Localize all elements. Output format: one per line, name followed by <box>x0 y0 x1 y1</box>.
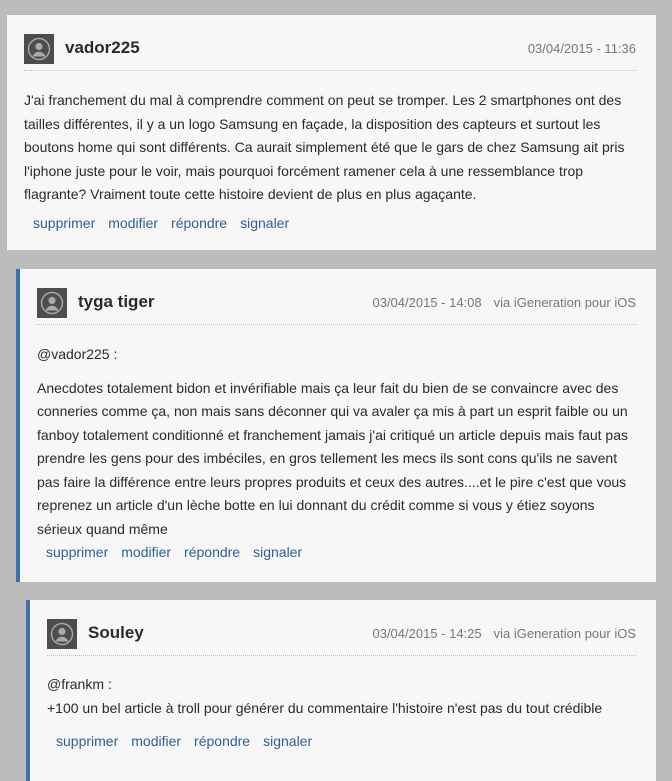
reply-mention: @vador225 : <box>37 346 118 362</box>
timestamp: 03/04/2015 - 14:25 <box>372 626 482 641</box>
edit-link[interactable]: modifier <box>121 544 171 560</box>
comment-meta: 03/04/2015 - 14:08 via iGeneration pour i… <box>372 295 636 310</box>
reply-mention: @frankm : <box>47 676 112 692</box>
comment-actions: supprimer modifier répondre signaler <box>56 733 325 749</box>
user-silhouette-icon <box>40 291 64 315</box>
username[interactable]: Souley <box>88 623 144 643</box>
edit-link[interactable]: modifier <box>108 215 158 231</box>
comment-card: Souley 03/04/2015 - 14:25 via iGeneration… <box>26 600 656 781</box>
user-silhouette-icon <box>50 622 74 646</box>
via-source[interactable]: via iGeneration pour iOS <box>494 626 636 641</box>
comment-body: @frankm : +100 un bel article à troll po… <box>47 673 642 720</box>
timestamp: 03/04/2015 - 14:08 <box>372 295 482 310</box>
timestamp: 03/04/2015 - 11:36 <box>527 41 636 56</box>
delete-link[interactable]: supprimer <box>33 215 95 231</box>
user-silhouette-icon <box>27 37 51 61</box>
reply-link[interactable]: répondre <box>194 733 250 749</box>
comment-body: @vador225 : Anecdotes totalement bidon e… <box>37 343 642 541</box>
comment-meta: 03/04/2015 - 14:25 via iGeneration pour i… <box>372 626 636 641</box>
avatar[interactable] <box>37 288 67 318</box>
comment-card: vador225 03/04/2015 - 11:36 J'ai franche… <box>7 15 656 250</box>
comment-meta: 03/04/2015 - 11:36 <box>528 41 636 56</box>
comment-body: J'ai franchement du mal à comprendre com… <box>24 89 642 207</box>
report-link[interactable]: signaler <box>240 215 289 231</box>
delete-link[interactable]: supprimer <box>46 544 108 560</box>
report-link[interactable]: signaler <box>253 544 302 560</box>
avatar[interactable] <box>24 34 54 64</box>
reply-link[interactable]: répondre <box>171 215 227 231</box>
comment-actions: supprimer modifier répondre signaler <box>46 544 315 560</box>
report-link[interactable]: signaler <box>263 733 312 749</box>
comment-text: J'ai franchement du mal à comprendre com… <box>24 92 625 202</box>
comment-header: Souley 03/04/2015 - 14:25 via iGeneration… <box>47 619 636 656</box>
edit-link[interactable]: modifier <box>131 733 181 749</box>
comment-header: tyga tiger 03/04/2015 - 14:08 via iGenera… <box>37 288 636 325</box>
comment-header: vador225 03/04/2015 - 11:36 <box>24 34 636 71</box>
comment-text: Anecdotes totalement bidon et invérifiab… <box>37 379 629 537</box>
username[interactable]: vador225 <box>65 38 140 58</box>
comment-card: tyga tiger 03/04/2015 - 14:08 via iGenera… <box>16 269 656 582</box>
reply-link[interactable]: répondre <box>184 544 240 560</box>
via-source[interactable]: via iGeneration pour iOS <box>494 295 636 310</box>
username[interactable]: tyga tiger <box>78 292 155 312</box>
delete-link[interactable]: supprimer <box>56 733 118 749</box>
comment-actions: supprimer modifier répondre signaler <box>33 215 302 231</box>
avatar[interactable] <box>47 619 77 649</box>
comment-text: +100 un bel article à troll pour générer… <box>47 699 603 716</box>
